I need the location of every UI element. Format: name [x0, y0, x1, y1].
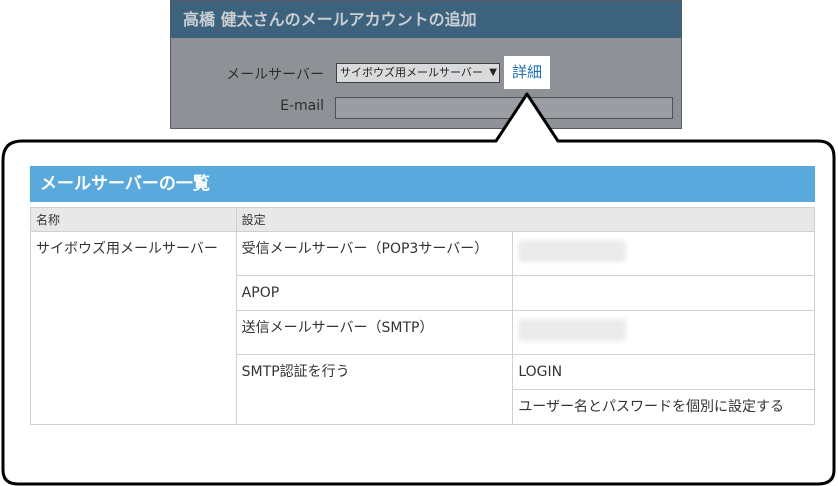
redacted-value: [518, 319, 627, 341]
table-row: サイボウズ用メールサーバー 受信メールサーバー（POP3サーバー）: [30, 231, 815, 425]
mail-server-table: 名称 設定 サイボウズ用メールサーバー 受信メールサーバー（POP3サーバー） …: [30, 207, 816, 425]
table-header-row: 名称 設定: [30, 207, 816, 232]
setting-value: [512, 231, 815, 276]
setting-value: [512, 310, 815, 355]
column-header-settings: 設定: [235, 207, 816, 232]
setting-value: ユーザー名とパスワードを個別に設定する: [512, 389, 815, 425]
panel-title: メールサーバーの一覧: [30, 166, 815, 202]
setting-value: LOGIN: [512, 354, 815, 390]
setting-label: APOP: [235, 275, 514, 311]
column-header-name: 名称: [30, 207, 237, 232]
setting-label: 受信メールサーバー（POP3サーバー）: [235, 231, 514, 276]
mail-server-list-panel: メールサーバーの一覧 名称 設定 サイボウズ用メールサーバー 受信メールサーバー…: [30, 166, 816, 446]
setting-label: SMTP認証を行う: [235, 354, 514, 425]
redacted-value: [518, 240, 627, 262]
setting-label: 送信メールサーバー（SMTP）: [235, 310, 514, 355]
setting-value: [512, 275, 815, 311]
server-name-cell: サイボウズ用メールサーバー: [30, 231, 237, 425]
